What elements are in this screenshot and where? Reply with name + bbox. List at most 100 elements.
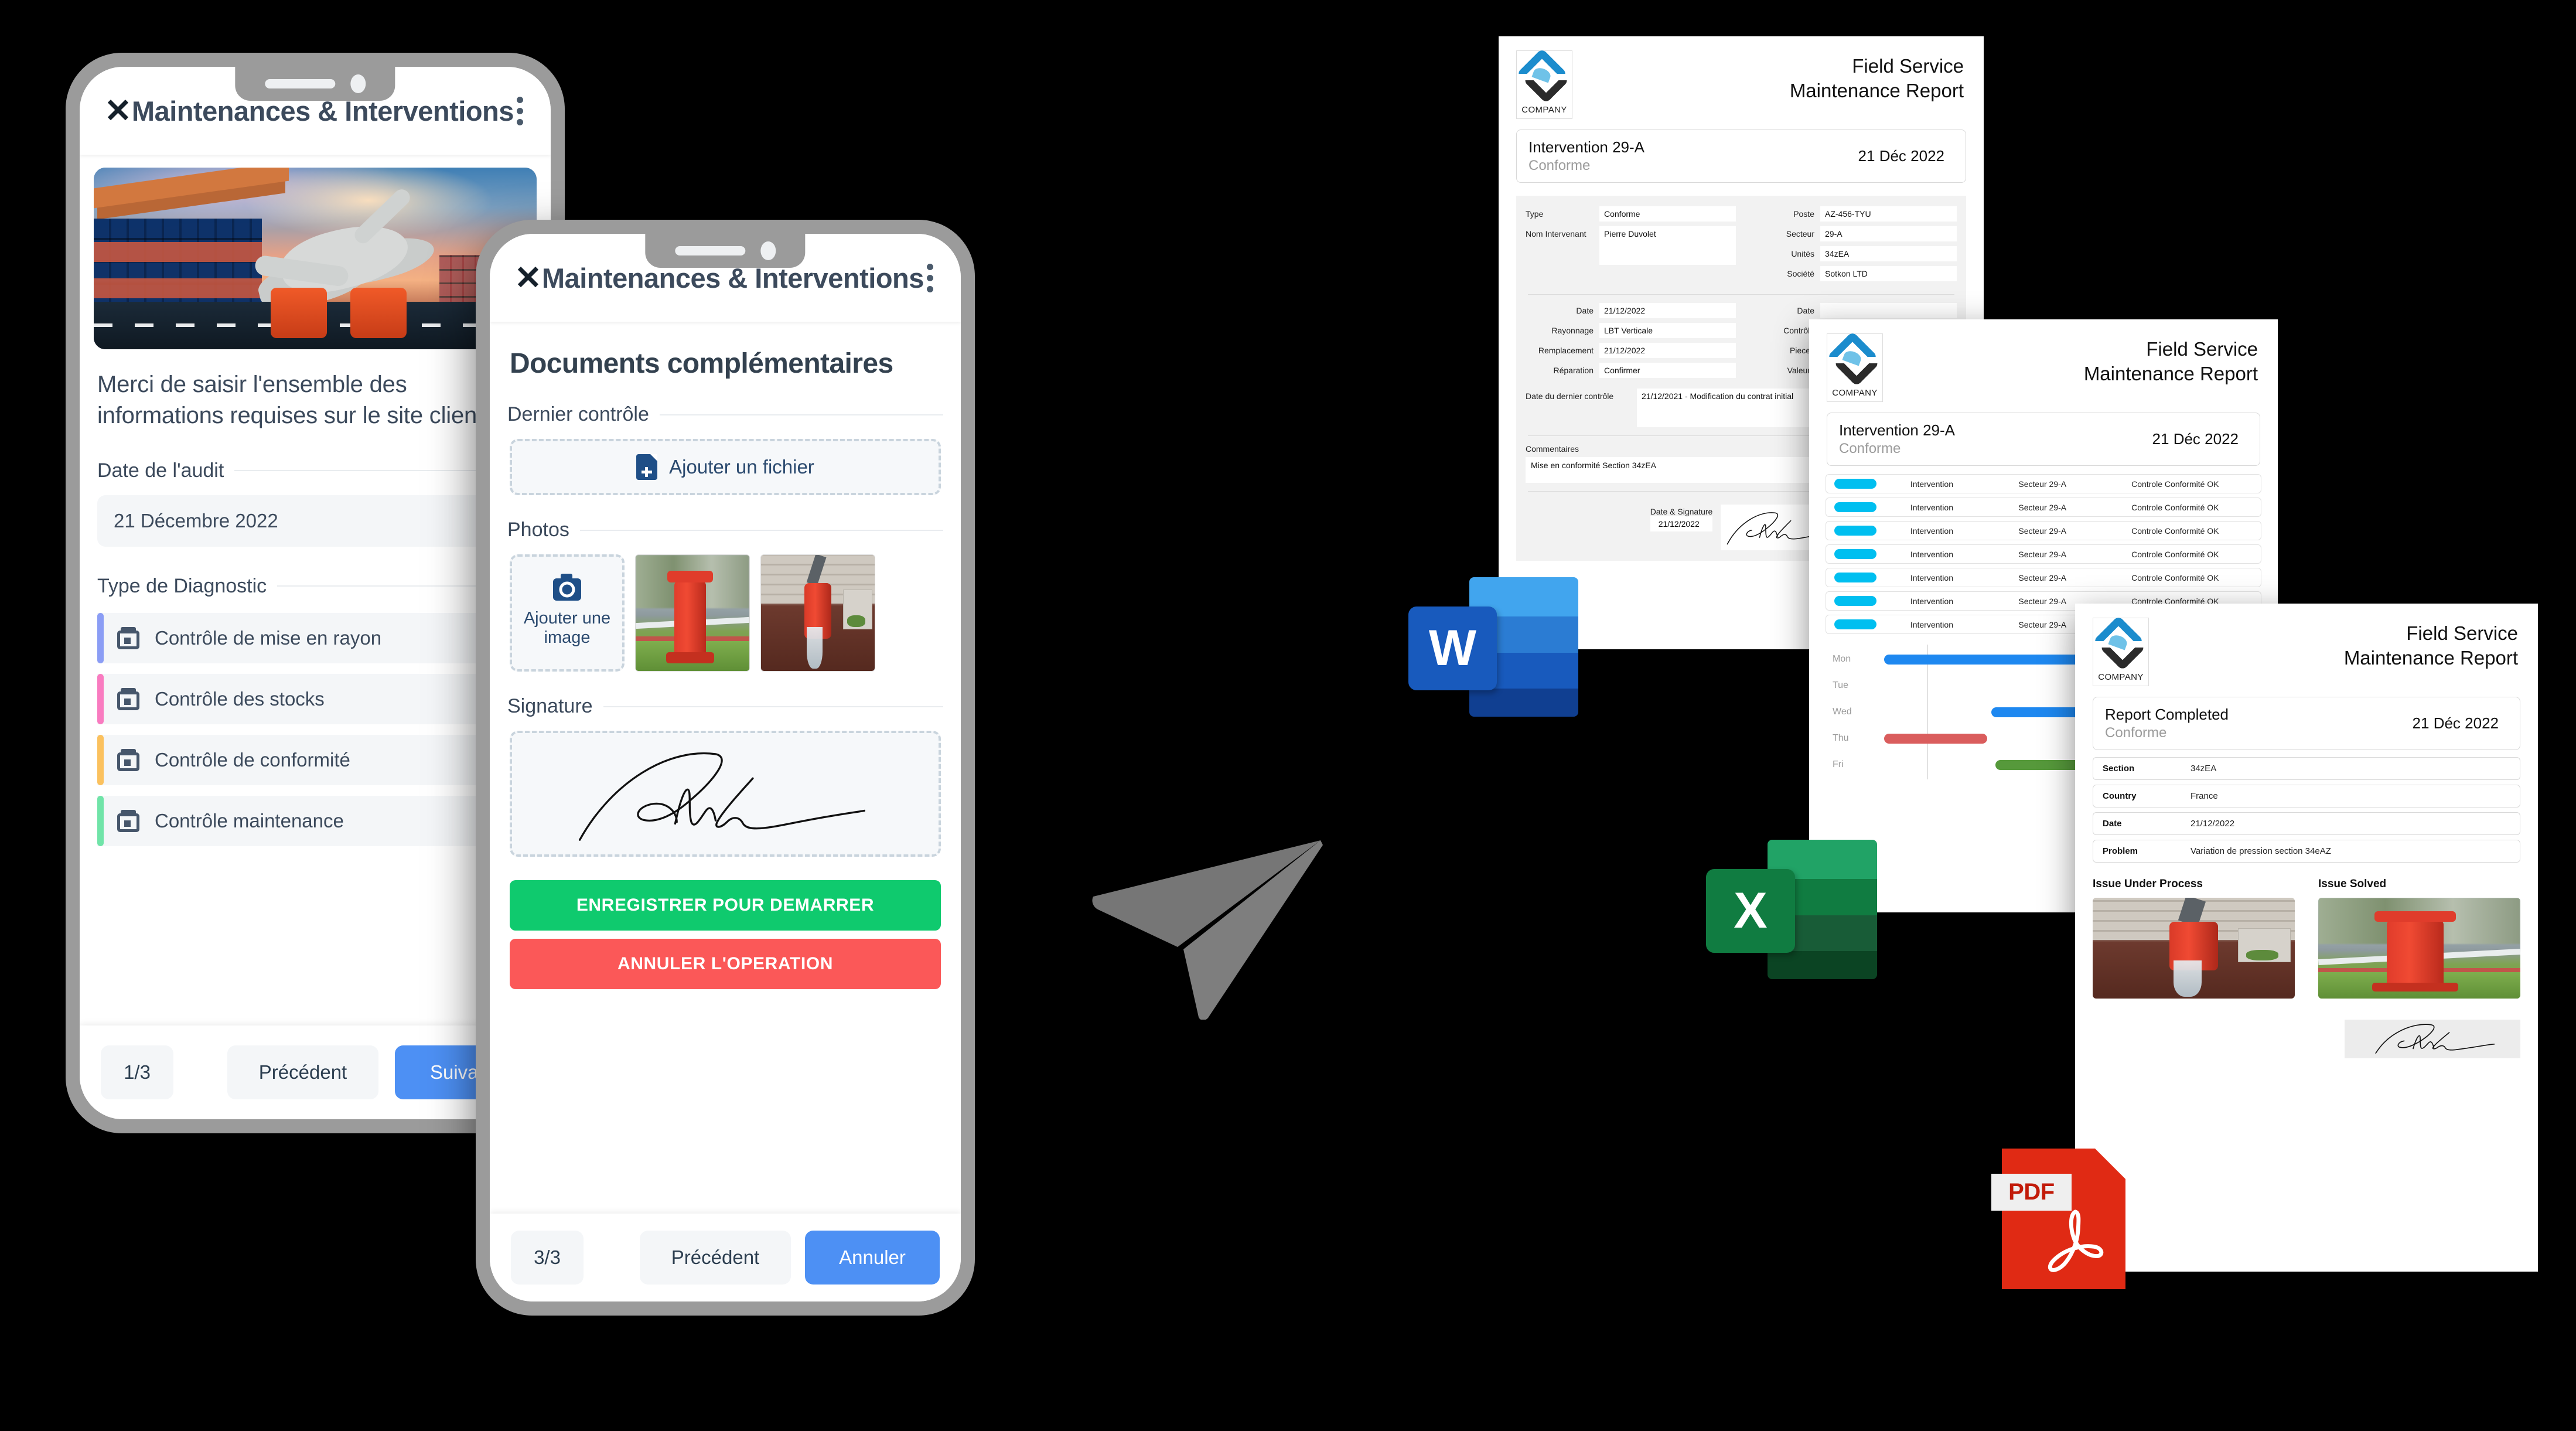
- diagnostic-type-label-text: Type de Diagnostic: [97, 574, 267, 597]
- list-item-label: Contrôle de conformité: [155, 748, 350, 771]
- document-pdf-report[interactable]: COMPANY Field Service Maintenance Report…: [2075, 604, 2538, 1272]
- audit-date-value[interactable]: 21 Décembre 2022: [97, 495, 533, 547]
- close-icon[interactable]: ✕: [514, 261, 542, 294]
- doc3-images: Issue Under Process Issue Solved: [2093, 878, 2520, 999]
- field-key: Date: [1797, 306, 1814, 315]
- signature-stroke-icon: [578, 752, 866, 841]
- add-file-button[interactable]: Ajouter un fichier: [510, 439, 941, 495]
- gantt-axis-label: Wed: [1833, 707, 1852, 717]
- signature-date: 21/12/2022: [1650, 516, 1713, 531]
- photo-thumbnail-hydrant-ok[interactable]: [635, 554, 750, 672]
- list-item[interactable]: Contrôle des stocks: [97, 673, 533, 724]
- gantt-bar: [1884, 654, 2082, 665]
- row-type: Intervention: [1910, 619, 1953, 629]
- status-badge: [1834, 502, 1876, 512]
- phone-2-notch: [645, 234, 806, 268]
- divider: [579, 529, 943, 531]
- previous-button[interactable]: Précédent: [640, 1231, 791, 1285]
- save-to-start-button[interactable]: ENREGISTRER POUR DEMARRER: [510, 880, 941, 931]
- cancel-button[interactable]: Annuler: [805, 1231, 940, 1285]
- doc3-title: Field Service Maintenance Report: [2149, 618, 2520, 670]
- table-row: Intervention Secteur 29-A Controle Conform…: [1826, 521, 2261, 540]
- signature-pad[interactable]: [510, 731, 941, 857]
- field-key: Country: [2103, 791, 2137, 801]
- row-sector: Secteur 29-A: [2018, 479, 2067, 489]
- list-item-label: Contrôle des stocks: [155, 687, 325, 710]
- row-result: Controle Conformité OK: [2131, 502, 2219, 512]
- add-image-label: Ajouter une image: [523, 608, 611, 647]
- table-row: Intervention Secteur 29-A Controle Conform…: [1826, 544, 2261, 564]
- field-key: Problem: [2103, 846, 2138, 856]
- field-key: Valeurs: [1787, 366, 1814, 375]
- field-key: Poste: [1793, 209, 1814, 219]
- calendar-icon: [117, 748, 139, 771]
- row-sector: Secteur 29-A: [2018, 502, 2067, 512]
- doc2-title-line1: Field Service: [2146, 338, 2258, 360]
- excel-letter: X: [1706, 868, 1795, 953]
- gantt-axis-label: Tue: [1833, 680, 1848, 690]
- pdf-file-icon[interactable]: PDF: [1991, 1149, 2125, 1289]
- field-value: Confirmer: [1599, 363, 1736, 378]
- field-key: Date: [1576, 306, 1594, 315]
- previous-button[interactable]: Précédent: [227, 1045, 378, 1099]
- signature-stroke-icon: [2375, 1024, 2495, 1054]
- row-result: Controle Conformité OK: [2131, 479, 2219, 489]
- overflow-menu-icon[interactable]: [514, 96, 526, 125]
- last-control-key: Date du dernier contrôle: [1526, 391, 1614, 401]
- divider: [603, 706, 943, 707]
- photos-label-text: Photos: [507, 519, 569, 541]
- row-sector: Secteur 29-A: [2018, 549, 2067, 559]
- calendar-icon: [117, 687, 139, 710]
- overflow-menu-icon[interactable]: [924, 263, 936, 292]
- field-value: Sotkon LTD: [1820, 266, 1957, 281]
- cancel-operation-button[interactable]: ANNULER L'OPERATION: [510, 939, 941, 989]
- list-item[interactable]: Contrôle maintenance: [97, 795, 533, 846]
- field-key: Réparation: [1553, 366, 1594, 375]
- field-key: Date: [2103, 819, 2122, 829]
- photo-thumbnail-hydrant-leak[interactable]: [760, 554, 875, 672]
- field-value: Pierre Duvolet: [1599, 226, 1736, 265]
- report-name: Report Completed: [2105, 706, 2229, 723]
- field-key: Rayonnage: [1551, 326, 1594, 335]
- item-accent-bar: [97, 795, 104, 846]
- doc1-title-line1: Field Service: [1852, 55, 1964, 77]
- field-key: Pieces: [1789, 346, 1814, 355]
- field-value: 29-A: [1820, 226, 1957, 241]
- company-logo: COMPANY: [1516, 48, 1572, 119]
- field-value: 34zEA: [2191, 764, 2217, 774]
- row-sector: Secteur 29-A: [2018, 573, 2067, 582]
- table-row: Intervention Secteur 29-A Controle Conform…: [1826, 498, 2261, 517]
- intervention-date: 21 Déc 2022: [1858, 147, 1944, 165]
- front-camera-icon: [350, 74, 366, 93]
- add-file-label: Ajouter un fichier: [669, 456, 814, 478]
- issue-under-process-image: [2093, 898, 2295, 999]
- field-key: Secteur: [1786, 229, 1814, 238]
- table-row: Section 34zEA: [2093, 757, 2520, 780]
- field-key: Unités: [1791, 249, 1814, 258]
- issue-under-process-caption: Issue Under Process: [2093, 878, 2203, 890]
- field-value: [1820, 303, 1957, 318]
- row-result: Controle Conformité OK: [2131, 549, 2219, 559]
- field-value: 21/12/2022: [2191, 819, 2235, 829]
- list-item[interactable]: Contrôle de mise en rayon: [97, 612, 533, 663]
- list-item[interactable]: Contrôle de conformité: [97, 734, 533, 785]
- microsoft-word-icon[interactable]: W: [1408, 574, 1578, 720]
- status-badge: [1834, 573, 1876, 582]
- company-logo-word: COMPANY: [1521, 105, 1567, 115]
- microsoft-excel-icon[interactable]: X: [1706, 837, 1877, 982]
- row-result: Controle Conformité OK: [2131, 526, 2219, 536]
- phone-mockup-2: ✕ Maintenances & Interventions Documents…: [476, 220, 975, 1316]
- step-counter: 3/3: [511, 1231, 584, 1285]
- phone-2-footer: 3/3 Précédent Annuler: [490, 1214, 961, 1301]
- item-accent-bar: [97, 673, 104, 724]
- calendar-icon: [117, 626, 139, 649]
- doc2-title-line2: Maintenance Report: [2083, 363, 2258, 385]
- add-image-button[interactable]: Ajouter une image: [510, 554, 625, 672]
- section-title: Documents complémentaires: [510, 348, 893, 379]
- issue-solved-caption: Issue Solved: [2318, 878, 2387, 890]
- speaker-grille-icon: [674, 246, 745, 255]
- step-counter: 1/3: [101, 1045, 173, 1099]
- close-icon[interactable]: ✕: [104, 94, 132, 127]
- front-camera-icon: [760, 241, 776, 260]
- field-value: France: [2191, 791, 2218, 801]
